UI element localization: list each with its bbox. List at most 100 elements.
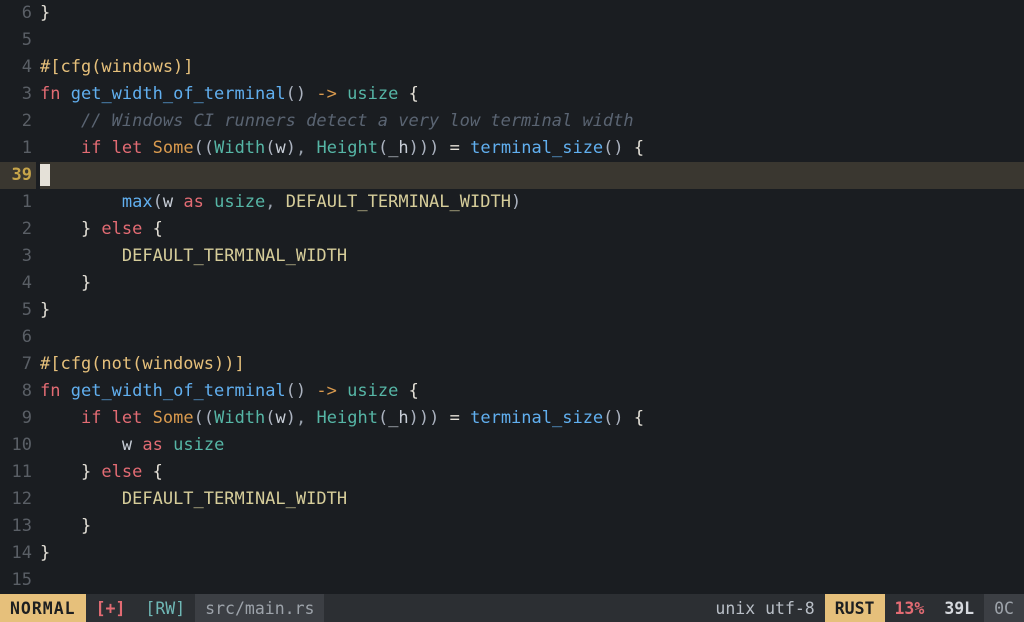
token: let [112, 408, 143, 428]
code-line[interactable]: if let Some((Width(w), Height(_h))) = te… [40, 405, 1024, 432]
token [40, 489, 122, 509]
line-number-gutter: 6543213912345678910111213141516 [0, 0, 36, 594]
token [337, 84, 347, 104]
token: Some [153, 138, 194, 158]
token: fn [40, 381, 60, 401]
token: { [398, 84, 418, 104]
token: } [40, 543, 50, 563]
code-line[interactable]: fn get_width_of_terminal() -> usize { [40, 81, 1024, 108]
code-line[interactable] [40, 27, 1024, 54]
code-area[interactable]: } #[cfg(windows)] fn get_width_of_terminal… [40, 0, 1024, 594]
line-number: 7 [0, 351, 36, 378]
code-line[interactable]: } [40, 297, 1024, 324]
column-indicator: 0C [984, 594, 1024, 622]
token: () [603, 408, 623, 428]
code-line[interactable]: // Windows CI runners detect a very low … [40, 108, 1024, 135]
token [40, 192, 122, 212]
token: -> [316, 84, 336, 104]
token [101, 408, 111, 428]
line-number: 13 [0, 513, 36, 540]
token [101, 138, 111, 158]
token: } [40, 300, 50, 320]
code-line[interactable]: DEFAULT_TERMINAL_WIDTH [40, 486, 1024, 513]
file-path: src/main.rs [195, 594, 324, 622]
token: DEFAULT_TERMINAL_WIDTH [286, 192, 511, 212]
token [204, 192, 214, 212]
token: get_width_of_terminal [71, 84, 286, 104]
readwrite-indicator: [RW] [135, 594, 195, 622]
code-line[interactable] [40, 324, 1024, 351]
token [60, 381, 70, 401]
code-line[interactable]: if let Some((Width(w), Height(_h))) = te… [40, 135, 1024, 162]
token: w [122, 435, 132, 455]
code-line[interactable]: max(w as usize, DEFAULT_TERMINAL_WIDTH) [40, 189, 1024, 216]
token: ))) [409, 408, 440, 428]
status-bar: NORMAL [+] [RW] src/main.rs unix utf-8 R… [0, 594, 1024, 622]
code-line[interactable] [40, 162, 1024, 189]
token: usize [347, 84, 398, 104]
line-number: 3 [0, 243, 36, 270]
token: let [112, 138, 143, 158]
token: } [40, 516, 91, 536]
token: if [81, 408, 101, 428]
code-line[interactable]: #[cfg(windows)] [40, 54, 1024, 81]
code-line[interactable]: } else { [40, 216, 1024, 243]
token [40, 408, 81, 428]
token: } [40, 219, 101, 239]
token: { [624, 408, 644, 428]
token: (( [194, 138, 214, 158]
token: w [276, 408, 286, 428]
editor-pane[interactable]: 6543213912345678910111213141516 }#[cfg(w… [0, 0, 1024, 594]
code-line[interactable]: DEFAULT_TERMINAL_WIDTH [40, 243, 1024, 270]
token: _h [388, 138, 408, 158]
cursor [40, 164, 50, 186]
token: if [81, 138, 101, 158]
modified-indicator: [+] [86, 594, 136, 622]
token: DEFAULT_TERMINAL_WIDTH [122, 489, 347, 509]
token: // Windows CI runners detect a very low … [81, 111, 634, 131]
line-number: 3 [0, 81, 36, 108]
token: _h [388, 408, 408, 428]
token [306, 84, 316, 104]
token: () [603, 138, 623, 158]
code-line[interactable]: } else { [40, 459, 1024, 486]
token: as [183, 192, 203, 212]
token: else [101, 219, 142, 239]
line-number: 1 [0, 189, 36, 216]
token [306, 381, 316, 401]
line-number: 39 [0, 162, 36, 189]
token: Some [153, 408, 194, 428]
code-line[interactable]: } [40, 513, 1024, 540]
token: #[cfg(windows)] [40, 57, 194, 77]
token [132, 435, 142, 455]
line-number: 2 [0, 216, 36, 243]
line-number: 5 [0, 297, 36, 324]
line-number: 6 [0, 324, 36, 351]
token: } [40, 273, 91, 293]
token [40, 435, 122, 455]
token: ) [511, 192, 521, 212]
token: { [398, 381, 418, 401]
token: { [142, 219, 162, 239]
token: get_width_of_terminal [71, 381, 286, 401]
linecount-indicator: 39L [934, 594, 984, 622]
token [163, 435, 173, 455]
code-line[interactable]: } [40, 540, 1024, 567]
token: ( [153, 192, 163, 212]
token: Height [317, 138, 378, 158]
token: , [296, 408, 316, 428]
code-line[interactable]: #[cfg(not(windows))] [40, 351, 1024, 378]
code-line[interactable]: } [40, 0, 1024, 27]
code-line[interactable] [40, 567, 1024, 594]
code-line[interactable]: } [40, 270, 1024, 297]
line-number: 6 [0, 0, 36, 27]
token: { [142, 462, 162, 482]
token: Height [317, 408, 378, 428]
token [40, 246, 122, 266]
token [142, 408, 152, 428]
line-number: 4 [0, 270, 36, 297]
token: ( [378, 408, 388, 428]
line-number: 9 [0, 405, 36, 432]
code-line[interactable]: w as usize [40, 432, 1024, 459]
code-line[interactable]: fn get_width_of_terminal() -> usize { [40, 378, 1024, 405]
